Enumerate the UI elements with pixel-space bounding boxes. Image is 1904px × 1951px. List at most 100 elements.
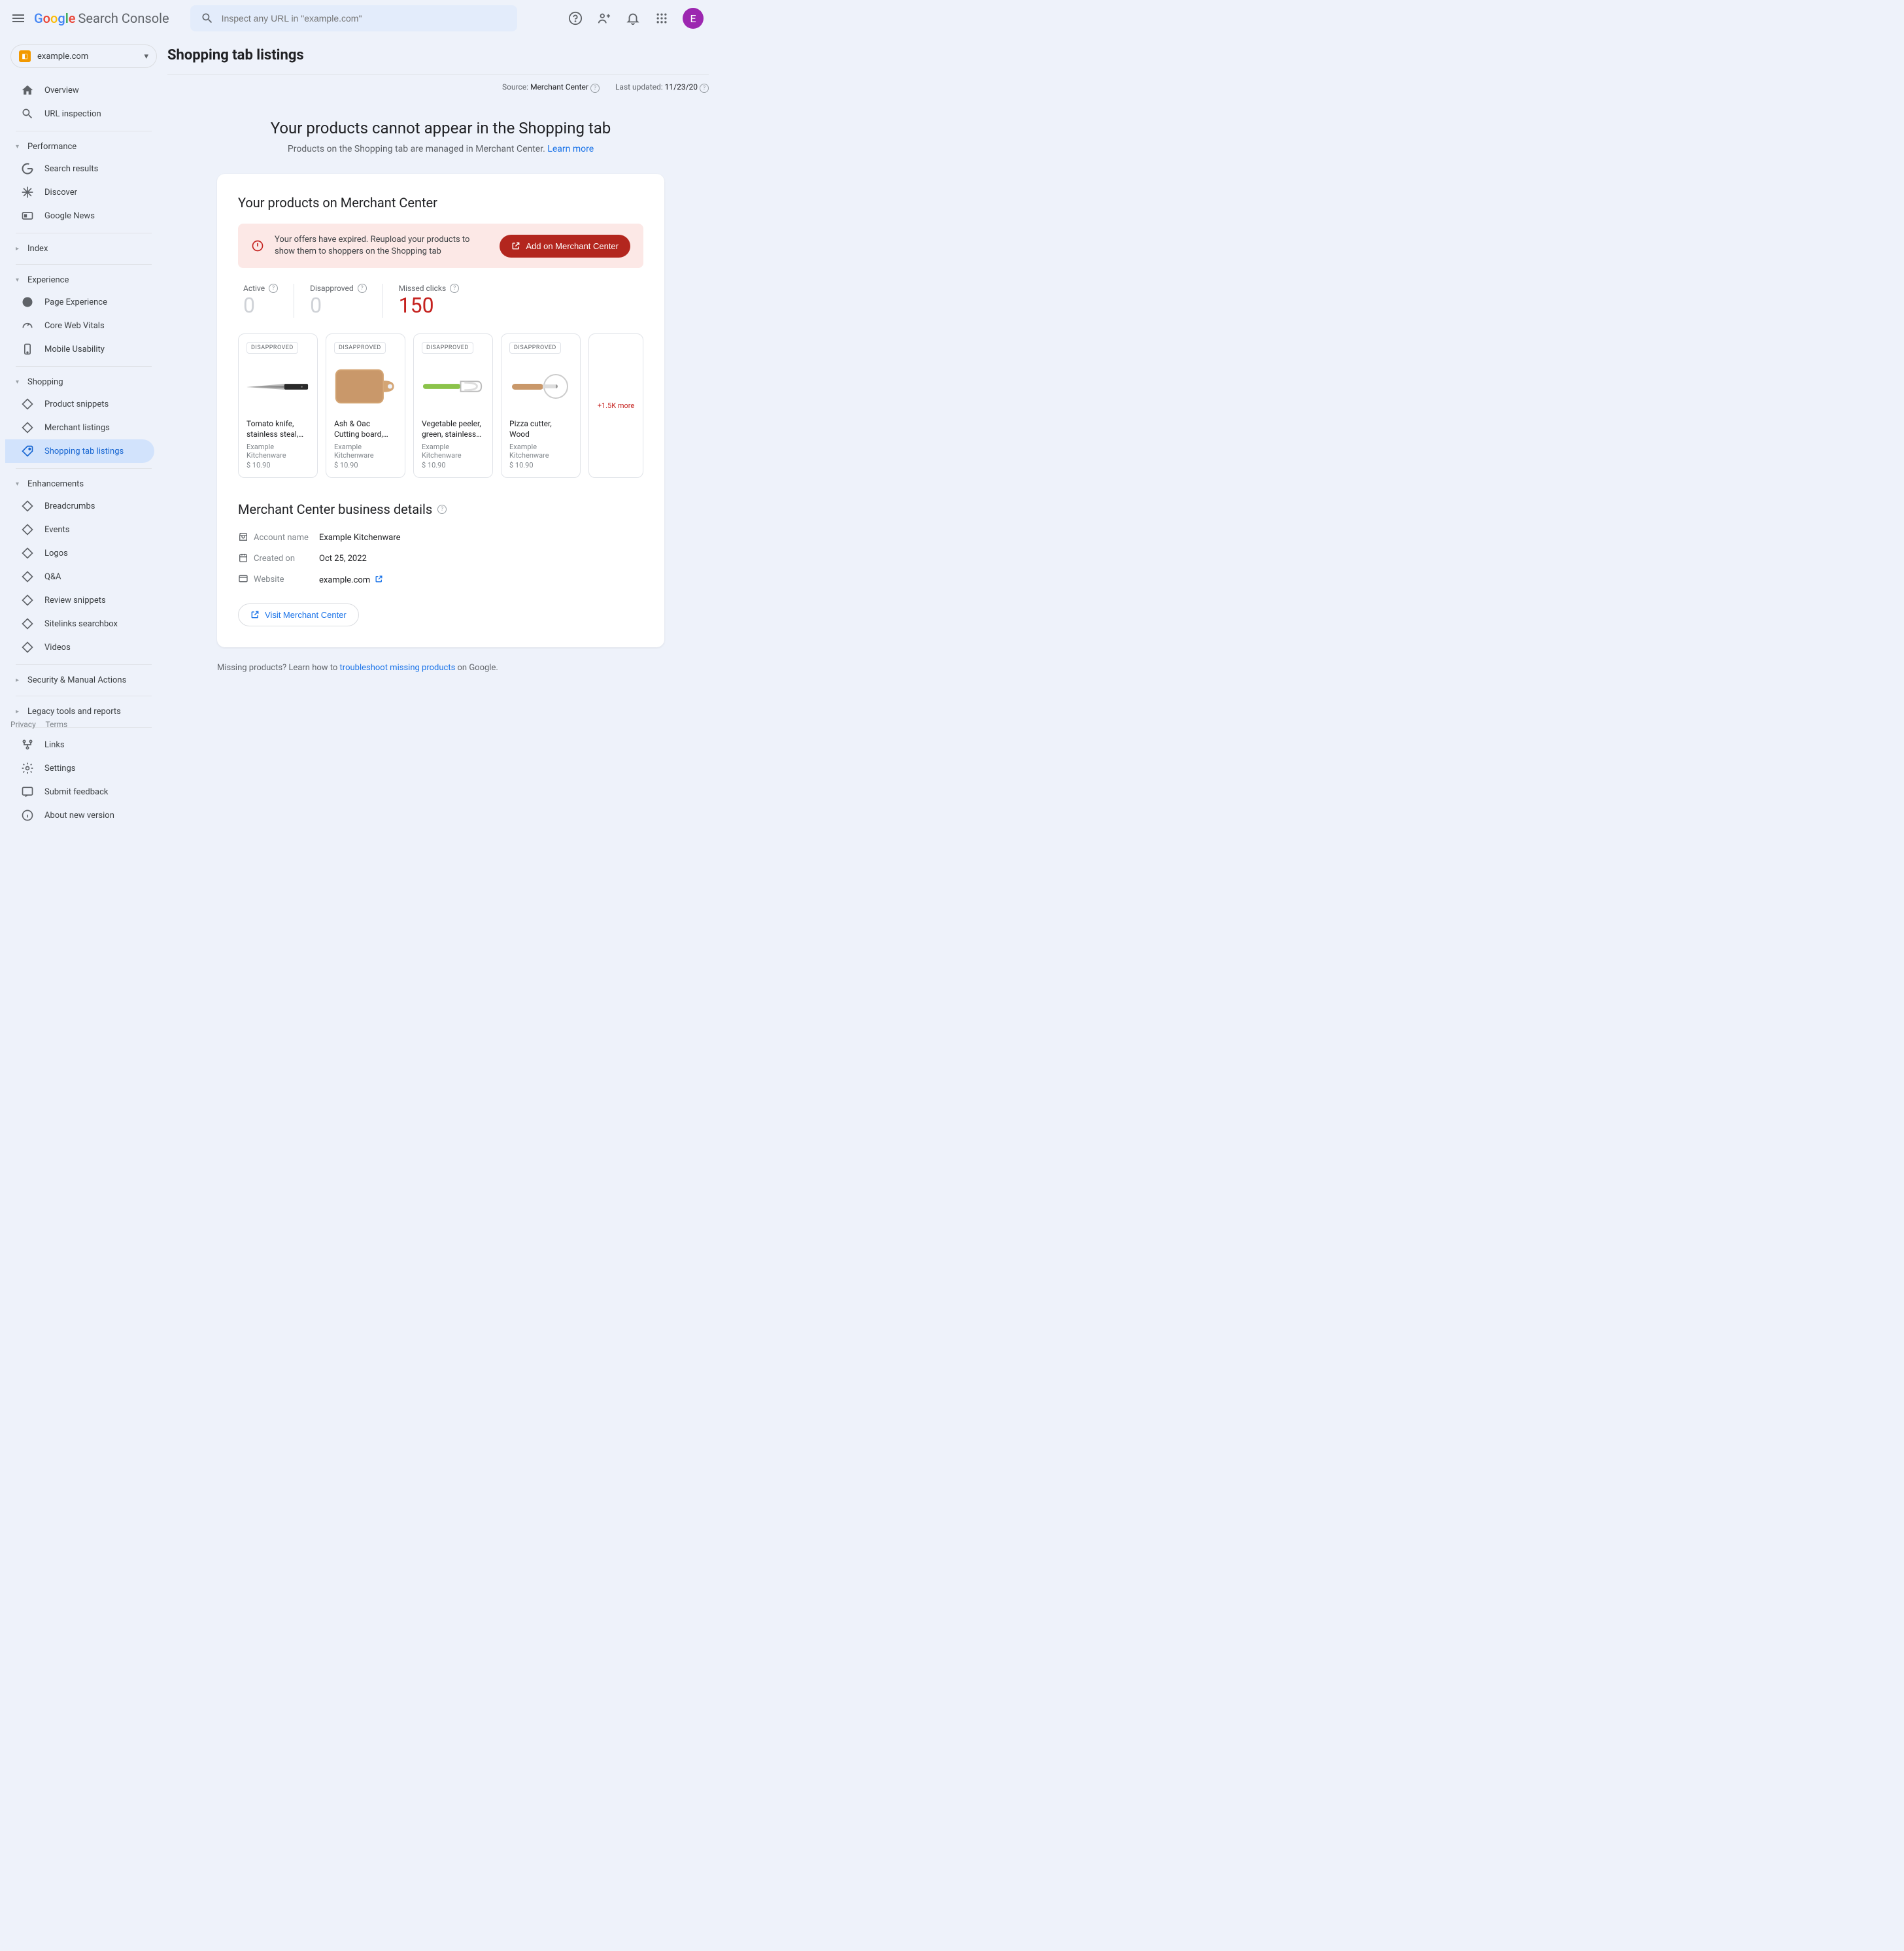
app-name: Search Console	[78, 10, 169, 26]
business-details: Merchant Center business details ? Accou…	[238, 501, 643, 626]
nav-settings[interactable]: Settings	[5, 756, 154, 780]
stats-row: Active ? 0 Disapproved ? 0 Missed clicks…	[238, 284, 643, 318]
property-selector[interactable]: ◧ example.com ▾	[10, 44, 157, 68]
nav-logos[interactable]: Logos	[5, 541, 154, 565]
store-icon	[238, 532, 248, 542]
product-image	[246, 360, 309, 413]
help-icon[interactable]: ?	[269, 284, 278, 293]
external-link-icon[interactable]	[375, 575, 383, 583]
status-badge: DISAPPROVED	[422, 342, 473, 354]
product-card[interactable]: DISAPPROVED Ash & Oac Cutting board, 30*…	[326, 333, 405, 477]
people-icon[interactable]	[596, 10, 612, 26]
logo[interactable]: Google Search Console	[34, 10, 169, 26]
help-icon[interactable]: ?	[700, 84, 709, 93]
nav-product-snippets[interactable]: Product snippets	[5, 392, 154, 416]
help-icon[interactable]: ?	[450, 284, 459, 293]
nav-about[interactable]: About new version	[5, 804, 154, 827]
feedback-icon	[21, 785, 34, 798]
product-image	[422, 360, 484, 413]
tag-icon	[21, 641, 34, 654]
product-card[interactable]: DISAPPROVED Pizza cutter, Wood Example K…	[501, 333, 581, 477]
help-icon[interactable]: ?	[590, 84, 600, 93]
avatar[interactable]: E	[683, 8, 704, 29]
nav-section-performance[interactable]: ▾Performance	[5, 137, 162, 157]
help-icon[interactable]: ?	[358, 284, 367, 293]
nav-section-index[interactable]: ▸Index	[5, 239, 162, 259]
hero-message: Your products cannot appear in the Shopp…	[167, 119, 714, 154]
tag-icon	[21, 421, 34, 434]
terms-link[interactable]: Terms	[46, 720, 68, 729]
help-icon[interactable]	[568, 10, 583, 26]
nav-merchant-listings[interactable]: Merchant listings	[5, 416, 154, 439]
chevron-right-icon: ▸	[16, 245, 22, 252]
nav-section-legacy[interactable]: ▸Legacy tools and reports	[5, 702, 162, 722]
nav-videos[interactable]: Videos	[5, 636, 154, 659]
footer-note: Missing products? Learn how to troublesh…	[217, 663, 664, 673]
nav-core-web-vitals[interactable]: Core Web Vitals	[5, 314, 154, 337]
search-icon	[21, 107, 34, 120]
notifications-icon[interactable]	[625, 10, 641, 26]
mobile-icon	[21, 343, 34, 356]
last-updated: Last updated: 11/23/20 ?	[615, 82, 709, 93]
tag-icon	[21, 570, 34, 583]
info-icon	[21, 809, 34, 822]
privacy-link[interactable]: Privacy	[10, 720, 36, 729]
main-content: Shopping tab listings Source: Merchant C…	[167, 37, 714, 835]
nav-discover[interactable]: Discover	[5, 180, 154, 204]
nav-breadcrumbs[interactable]: Breadcrumbs	[5, 494, 154, 518]
chevron-down-icon: ▾	[144, 52, 148, 61]
nav-url-inspection[interactable]: URL inspection	[5, 102, 154, 126]
chevron-right-icon: ▸	[16, 677, 22, 684]
asterisk-icon	[21, 186, 34, 199]
gear-icon	[21, 762, 34, 775]
url-inspection-search[interactable]	[190, 5, 517, 31]
product-card[interactable]: DISAPPROVED Vegetable peeler, green, sta…	[413, 333, 493, 477]
nav-qa[interactable]: Q&A	[5, 565, 154, 588]
nav-page-experience[interactable]: Page Experience	[5, 290, 154, 314]
troubleshoot-link[interactable]: troubleshoot missing products	[340, 663, 456, 673]
product-card[interactable]: DISAPPROVED Tomato knife, stainless stea…	[238, 333, 318, 477]
nav-google-news[interactable]: Google News	[5, 204, 154, 228]
chevron-right-icon: ▸	[16, 708, 22, 715]
detail-account-name: Account name Example Kitchenware	[238, 528, 643, 549]
detail-created-on: Created on Oct 25, 2022	[238, 549, 643, 569]
search-input[interactable]	[222, 13, 507, 24]
external-link-icon	[511, 241, 520, 250]
visit-merchant-center-button[interactable]: Visit Merchant Center	[238, 603, 359, 626]
nav-overview[interactable]: Overview	[5, 78, 154, 102]
apps-icon[interactable]	[654, 10, 670, 26]
nav-search-results[interactable]: Search results	[5, 157, 154, 180]
learn-more-link[interactable]: Learn more	[547, 144, 594, 154]
status-badge: DISAPPROVED	[246, 342, 298, 354]
menu-icon[interactable]	[10, 10, 26, 26]
nav-links[interactable]: Links	[5, 733, 154, 756]
product-list: DISAPPROVED Tomato knife, stainless stea…	[238, 333, 643, 477]
mc-heading: Your products on Merchant Center	[238, 195, 643, 211]
property-icon: ◧	[19, 50, 31, 62]
nav-section-security[interactable]: ▸Security & Manual Actions	[5, 670, 162, 690]
price-tag-icon	[21, 445, 34, 458]
nav-section-shopping[interactable]: ▾Shopping	[5, 372, 162, 392]
nav-section-experience[interactable]: ▾Experience	[5, 270, 162, 290]
nav-sitelinks-searchbox[interactable]: Sitelinks searchbox	[5, 612, 154, 636]
topbar: Google Search Console E	[0, 0, 714, 37]
status-badge: DISAPPROVED	[334, 342, 386, 354]
nav-submit-feedback[interactable]: Submit feedback	[5, 780, 154, 804]
news-icon	[21, 209, 34, 222]
help-icon[interactable]: ?	[437, 505, 447, 514]
nav-mobile-usability[interactable]: Mobile Usability	[5, 337, 154, 361]
nav-events[interactable]: Events	[5, 518, 154, 541]
nav-review-snippets[interactable]: Review snippets	[5, 588, 154, 612]
nav-shopping-tab-listings[interactable]: Shopping tab listings	[5, 439, 154, 463]
property-name: example.com	[37, 52, 88, 61]
error-icon	[251, 239, 264, 252]
add-on-merchant-center-button[interactable]: Add on Merchant Center	[500, 235, 630, 258]
source-info: Source: Merchant Center ?	[502, 82, 600, 93]
chevron-down-icon: ▾	[16, 379, 22, 386]
nav-section-enhancements[interactable]: ▾Enhancements	[5, 474, 162, 494]
speedometer-icon	[21, 319, 34, 332]
more-products-link[interactable]: +1.5K more	[588, 333, 643, 477]
alert-text: Your offers have expired. Reupload your …	[275, 234, 489, 258]
web-icon	[238, 573, 248, 584]
expired-alert: Your offers have expired. Reupload your …	[238, 224, 643, 268]
